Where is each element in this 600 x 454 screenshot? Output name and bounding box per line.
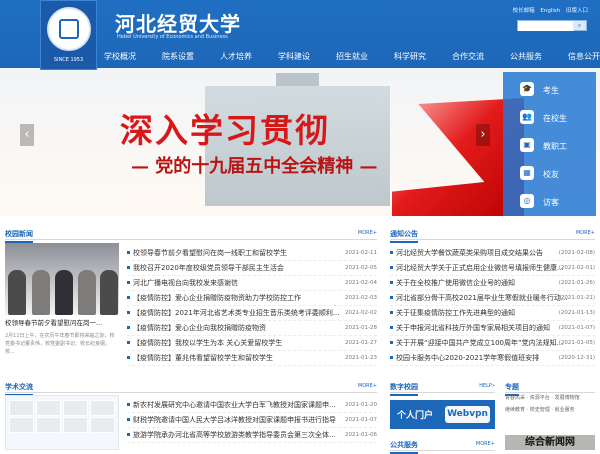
nav-cooperation[interactable]: 合作交流 [452, 51, 484, 62]
person-image [78, 270, 96, 315]
topic-link[interactable]: 资源平台 [530, 395, 550, 401]
academic-list: 新农村发展研究中心邀请中国农业大学白军飞教授对国家课题申... 2021-01-2… [127, 398, 377, 443]
list-item[interactable]: 关于申报河北省科技厅外国专家局相关项目的通知 (2021-01-07) [390, 321, 595, 336]
campus-news-list: 校领导春节前夕看望慰问在岗一线职工和留校学生 2021-02-11 我校召开202… [127, 246, 377, 366]
side-item-students[interactable]: 👥 在校生 [503, 104, 596, 132]
list-item[interactable]: 河北经贸大学餐饮蔬菜类采购项目成交结果公告 (2021-02-08) [390, 246, 595, 261]
shield-icon [59, 19, 79, 39]
since-text: SINCE 1953 [53, 57, 84, 63]
digital-help-link[interactable]: HELP» [479, 383, 495, 389]
side-item-staff[interactable]: ▣ 教职工 [503, 132, 596, 160]
list-item[interactable]: 河北广播电视台向我校发来感谢信 2021-02-04 [127, 276, 377, 291]
list-item[interactable]: 【疫情防控】我校以学生为本 关心关爱留校学生 2021-01-27 [127, 336, 377, 351]
graduation-cap-icon: 🎓 [520, 82, 534, 96]
video-conference-image[interactable] [5, 395, 119, 450]
person-image [100, 270, 118, 315]
list-item[interactable]: 【疫情防控】爱心企业向我校捐赠防疫物资 2021-01-28 [127, 321, 377, 336]
search-icon[interactable]: ⌕ [573, 21, 586, 30]
public-service-section: 公共服务 MORE+ [390, 440, 495, 454]
public-service-title: 公共服务 [390, 440, 418, 454]
notices-list: 河北经贸大学餐饮蔬菜类采购项目成交结果公告 (2021-02-08) 河北经贸大学… [390, 246, 595, 366]
public-service-header: 公共服务 MORE+ [390, 440, 495, 454]
topic-link[interactable]: 继续教育 [505, 407, 525, 413]
list-item[interactable]: 关于征集疫情防控工作先进典型的通知 (2021-01-13) [390, 306, 595, 321]
search-input[interactable] [518, 21, 574, 31]
campus-news-more-link[interactable]: MORE+ [358, 230, 377, 236]
person-image [8, 270, 26, 315]
notices-more-link[interactable]: MORE+ [576, 230, 595, 236]
nav-admissions[interactable]: 招生就业 [336, 51, 368, 62]
list-item[interactable]: 我校召开2020年度校级党员领导干部民主生活会 2021-02-05 [127, 261, 377, 276]
visitor-shortcut-panel: 🎓 考生 👥 在校生 ▣ 教职工 ▦ 校友 ◎ 访客 [503, 72, 596, 216]
list-item[interactable]: 关于在全校推广使用微信企业号的通知 (2021-01-26) [390, 276, 595, 291]
nav-public-service[interactable]: 公共服务 [510, 51, 542, 62]
public-service-more-link[interactable]: MORE+ [476, 441, 495, 447]
webvpn-button[interactable]: Webvpn [445, 406, 490, 423]
digital-campus-title: 数字校园 [390, 382, 418, 396]
nav-discipline-building[interactable]: 学科建设 [278, 51, 310, 62]
nav-departments[interactable]: 院系设置 [162, 51, 194, 62]
campus-news-title: 校园新闻 [5, 229, 33, 243]
academic-title: 学术交流 [5, 382, 33, 396]
university-name-cn: 河北经贸大学 [115, 12, 241, 36]
digital-campus-header: 数字校园 HELP» [390, 382, 495, 396]
president-mail-link[interactable]: 校长邮箱 [513, 8, 535, 14]
list-item[interactable]: 河北经贸大学关于正式启用企业微信号填报师生健康... (2021-02-01) [390, 261, 595, 276]
list-item[interactable]: 校领导春节前夕看望慰问在岗一线职工和留校学生 2021-02-11 [127, 246, 377, 261]
topic-link[interactable]: 发展博物馆 [555, 395, 580, 401]
alumni-icon: ▦ [520, 166, 534, 180]
previous-slide-arrow[interactable]: ‹ [20, 124, 34, 146]
person-image [32, 270, 50, 315]
person-image [55, 270, 73, 315]
topic-link[interactable]: 就业服务 [555, 407, 575, 413]
old-version-link[interactable]: 旧版入口 [566, 8, 588, 14]
banner-subtitle: — 党的十九届五中全会精神 — [131, 156, 378, 177]
campus-news-header: 校园新闻 MORE+ [5, 229, 377, 243]
nav-talent-training[interactable]: 人才培养 [220, 51, 252, 62]
list-item[interactable]: 校园卡服务中心2020-2021学年寒假值班安排 (2020-12-31) [390, 351, 595, 366]
academic-more-link[interactable]: MORE+ [358, 383, 377, 389]
main-navigation: 学校概况 院系设置 人才培养 学科建设 招生就业 科学研究 合作交流 公共服务 … [104, 48, 600, 65]
side-item-visitors[interactable]: ◎ 访客 [503, 188, 596, 216]
comprehensive-news-banner[interactable]: 综合新闻网 [505, 435, 595, 450]
search-box: ⌕ [517, 20, 587, 31]
topic-links: 青春风采 · 资源平台 · 发展博物馆 继续教育 · 校史管理 · 就业服务 [505, 395, 580, 413]
site-header: SINCE 1953 河北经贸大学 Hebei University of Ec… [0, 0, 600, 70]
staff-icon: ▣ [520, 138, 534, 152]
list-item[interactable]: 【疫情防控】爱心企业捐赠防疫物资助力学校防控工作 2021-02-03 [127, 291, 377, 306]
compass-icon: ◎ [520, 194, 534, 208]
academic-header: 学术交流 MORE+ [5, 382, 377, 396]
list-item[interactable]: 【疫情防控】2021年河北省艺术类专业招生音乐类统考评委顺利... 2021-02… [127, 306, 377, 321]
topic-link[interactable]: 校史管理 [530, 407, 550, 413]
side-item-applicants[interactable]: 🎓 考生 [503, 76, 596, 104]
list-item[interactable]: 财税学院邀请中国人民大学吕冰洋教授对国家课题申报书进行指导 2021-01-07 [127, 413, 377, 428]
english-link[interactable]: English [540, 8, 560, 14]
feature-news-excerpt: 2月11日上午，在农历牛年春节即将来临之际，校党委书记董贵伟，校党委副书记、校长… [5, 333, 115, 355]
nav-school-overview[interactable]: 学校概况 [104, 51, 136, 62]
students-icon: 👥 [520, 110, 534, 124]
banner-title: 深入学习贯彻 [120, 111, 330, 150]
list-item[interactable]: 河北省部分骨干高校2021届毕业生寒假就业暖冬行动... (2021-01-21) [390, 291, 595, 306]
personal-portal-button[interactable]: 个人门户 Webvpn [390, 400, 495, 429]
university-logo-block[interactable]: SINCE 1953 [40, 0, 97, 70]
list-item[interactable]: 旅游学院承办河北省高等学校旅游类教学指导委员会第三次全体... 2021-01-0… [127, 428, 377, 443]
campus-news-photo[interactable] [5, 243, 119, 315]
list-item[interactable]: 【疫情防控】董兆伟看望留校学生和留校学生 2021-01-23 [127, 351, 377, 366]
next-slide-arrow[interactable]: › [476, 124, 490, 146]
feature-news-caption[interactable]: 校领导春节前夕看望慰问在岗一... [5, 317, 119, 327]
notices-title: 通知公告 [390, 229, 418, 243]
top-links: 校长邮箱 English 旧版入口 [509, 6, 588, 14]
list-item[interactable]: 新农村发展研究中心邀请中国农业大学白军飞教授对国家课题申... 2021-01-2… [127, 398, 377, 413]
side-item-alumni[interactable]: ▦ 校友 [503, 160, 596, 188]
nav-research[interactable]: 科学研究 [394, 51, 426, 62]
notices-header: 通知公告 MORE+ [390, 229, 595, 243]
nav-information-disclosure[interactable]: 信息公开 [568, 51, 600, 62]
topic-link[interactable]: 青春风采 [505, 395, 525, 401]
list-item[interactable]: 关于开展“迎接中国共产党成立100周年”党内法规知... (2021-01-05) [390, 336, 595, 351]
seal-icon [47, 7, 91, 51]
university-name-en: Hebei University of Economics and Busine… [117, 34, 228, 40]
